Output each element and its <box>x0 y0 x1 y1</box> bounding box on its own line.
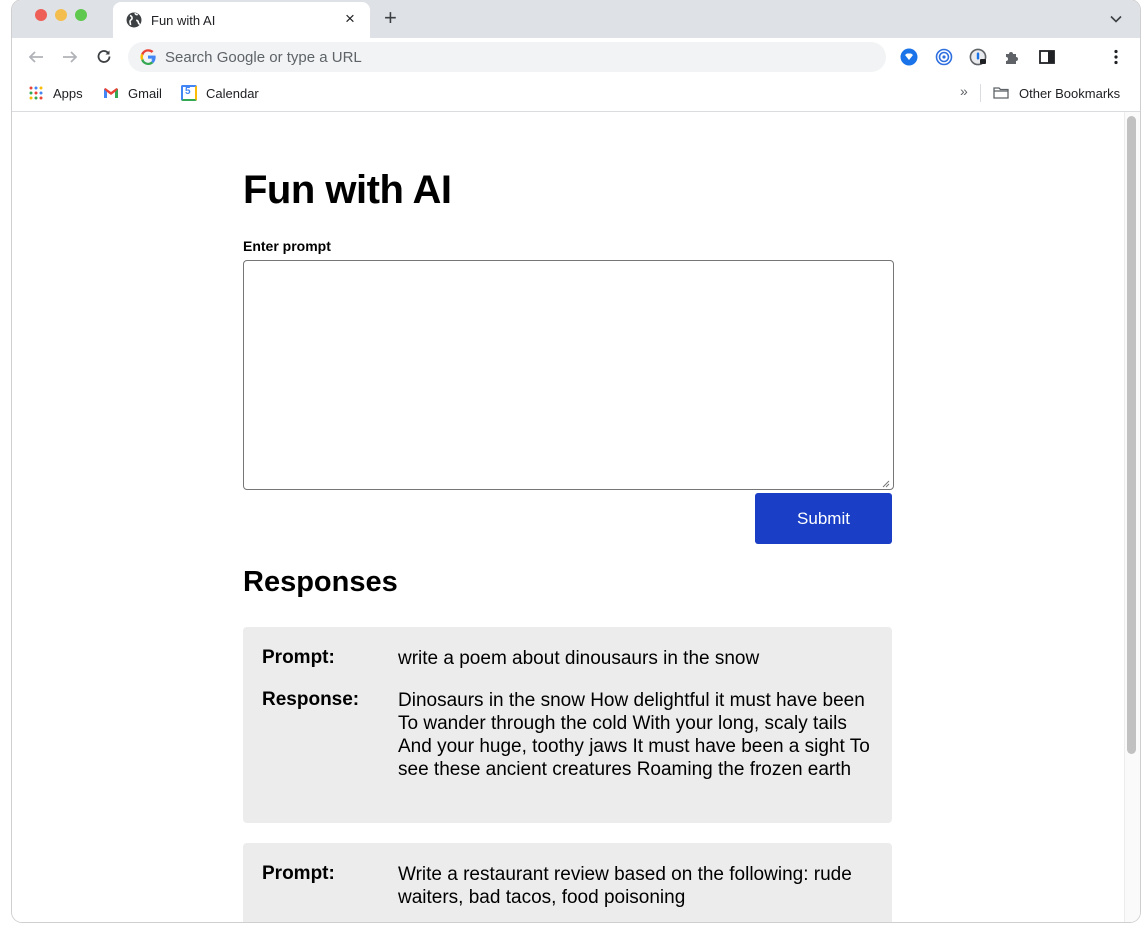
tab-title: Fun with AI <box>151 13 216 28</box>
tab-strip: Fun with AI × + <box>12 0 1140 38</box>
calendar-icon-day: 5 <box>185 86 191 97</box>
more-menu-icon[interactable] <box>1107 48 1125 66</box>
shield-extension-icon[interactable] <box>900 48 918 66</box>
resize-handle-icon[interactable] <box>881 479 890 488</box>
side-panel-icon[interactable] <box>1038 48 1056 66</box>
apps-grid-icon <box>29 86 43 100</box>
close-window-button[interactable] <box>35 9 47 21</box>
globe-icon <box>126 12 142 28</box>
bookmark-gmail-label: Gmail <box>128 85 162 101</box>
response-card: Prompt: Write a restaurant review based … <box>243 843 892 922</box>
bookmark-apps[interactable]: Apps <box>28 84 83 102</box>
password-manager-icon[interactable] <box>969 48 987 66</box>
bookmark-calendar[interactable]: 5 Calendar <box>181 84 259 102</box>
other-bookmarks-label: Other Bookmarks <box>1019 85 1121 101</box>
minimize-window-button[interactable] <box>55 9 67 21</box>
submit-button[interactable]: Submit <box>755 493 892 544</box>
bookmark-calendar-label: Calendar <box>206 85 259 101</box>
scrollbar-thumb[interactable] <box>1127 116 1136 754</box>
folder-icon <box>993 87 1009 99</box>
close-tab-icon[interactable]: × <box>345 9 355 29</box>
new-tab-button[interactable]: + <box>384 6 397 30</box>
prompt-label: Enter prompt <box>243 238 331 254</box>
browser-tab[interactable]: Fun with AI × <box>113 2 370 38</box>
response-row: Response: Dinosaurs in the snow How deli… <box>262 689 877 809</box>
prompt-row: Prompt: Write a restaurant review based … <box>262 863 877 913</box>
back-arrow-icon[interactable] <box>26 47 46 67</box>
response-key: Response: <box>262 689 360 710</box>
forward-arrow-icon[interactable] <box>60 47 80 67</box>
reload-icon[interactable] <box>94 47 114 67</box>
browser-window: Fun with AI × + Search Google or type a … <box>12 0 1140 922</box>
address-bar[interactable]: Search Google or type a URL <box>128 42 886 72</box>
response-card: Prompt: write a poem about dinousaurs in… <box>243 627 892 823</box>
prompt-text: write a poem about dinousaurs in the sno… <box>398 648 760 669</box>
prompt-textarea[interactable] <box>243 260 894 490</box>
address-bar-placeholder: Search Google or type a URL <box>165 49 362 66</box>
google-g-icon <box>140 49 156 65</box>
zoom-window-button[interactable] <box>75 9 87 21</box>
calendar-icon: 5 <box>181 85 197 101</box>
spiral-extension-icon[interactable] <box>935 48 953 66</box>
bookmarks-divider <box>980 84 981 102</box>
bookmarks-bar: Apps Gmail 5 Calendar » Other Bookmarks <box>12 76 1140 112</box>
chevron-down-icon[interactable] <box>1109 12 1123 26</box>
puzzle-extensions-icon[interactable] <box>1003 48 1021 66</box>
page-title: Fun with AI <box>243 168 452 212</box>
prompt-row: Prompt: write a poem about dinousaurs in… <box>262 647 877 671</box>
other-bookmarks-folder[interactable]: Other Bookmarks <box>992 84 1120 102</box>
browser-toolbar: Search Google or type a URL <box>12 38 1140 76</box>
prompt-key: Prompt: <box>262 647 335 668</box>
page-viewport: Fun with AI Enter prompt Submit Response… <box>12 112 1140 922</box>
response-text: Dinosaurs in the snow How delightful it … <box>398 690 870 780</box>
responses-heading: Responses <box>243 566 398 598</box>
prompt-text: Write a restaurant review based on the f… <box>398 864 852 908</box>
bookmark-gmail[interactable]: Gmail <box>103 84 162 102</box>
bookmark-apps-label: Apps <box>53 85 83 101</box>
bookmarks-overflow-icon[interactable]: » <box>960 83 968 99</box>
prompt-key: Prompt: <box>262 863 335 884</box>
gmail-icon <box>104 88 118 98</box>
